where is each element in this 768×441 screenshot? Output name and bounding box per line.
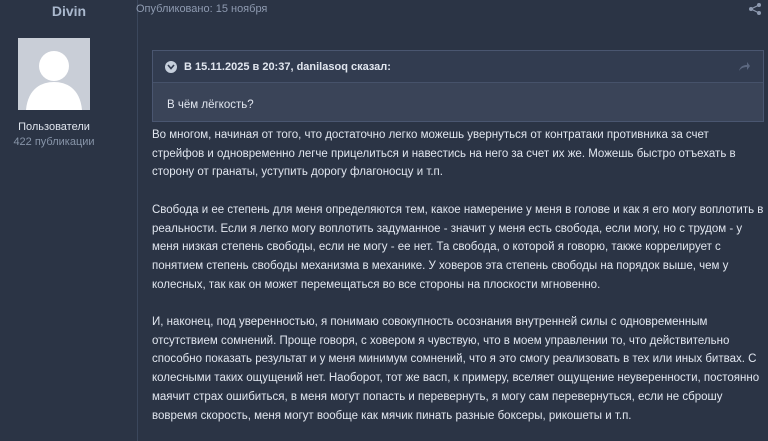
share-icon[interactable] — [748, 2, 762, 16]
post-paragraph: И, наконец, под уверенностью, я понимаю … — [152, 316, 760, 422]
post-content: Во многом, начиная от того, что достаточ… — [152, 126, 764, 441]
quote-citation[interactable]: В 15.11.2025 в 20:37, danilasoq сказал: — [184, 61, 391, 73]
post-paragraph: Во многом, начиная от того, что достаточ… — [152, 129, 736, 179]
author-group: Пользователи — [18, 121, 90, 133]
quote-header: В 15.11.2025 в 20:37, danilasoq сказал: — [153, 51, 763, 83]
goto-post-icon[interactable] — [738, 61, 751, 75]
default-avatar-icon[interactable] — [18, 38, 90, 110]
author-sidebar: Divin Пользователи 422 публикации — [0, 0, 138, 441]
post-paragraph: Свобода и ее степень для меня определяют… — [152, 203, 764, 291]
quote-block: В 15.11.2025 в 20:37, danilasoq сказал: … — [152, 50, 764, 122]
chevron-down-icon[interactable] — [165, 60, 177, 73]
quote-text: В чём лёгкость? — [167, 99, 254, 111]
author-name[interactable]: Divin — [0, 3, 138, 19]
author-post-count: 422 публикации — [13, 136, 95, 148]
post-date[interactable]: Опубликовано: 15 ноября — [136, 3, 267, 15]
